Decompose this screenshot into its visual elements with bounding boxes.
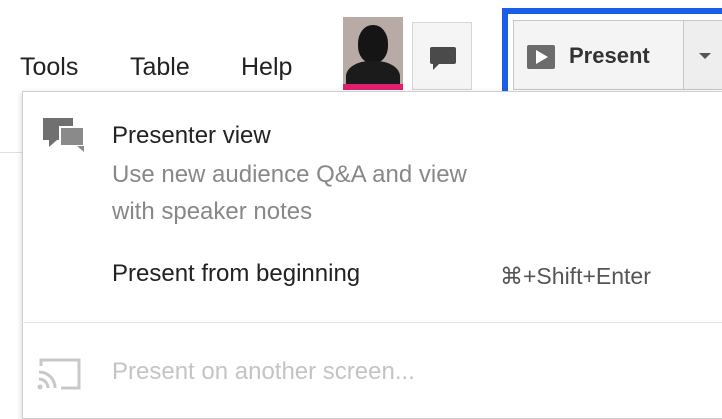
present-button-label: Present <box>569 43 650 68</box>
avatar-accent-strip <box>343 84 403 90</box>
menu-item-present-from-beginning[interactable]: Present from beginning <box>112 259 360 289</box>
presenter-view-description: Use new audience Q&A and view <box>112 161 467 188</box>
avatar[interactable] <box>343 17 403 90</box>
menu-item-tools[interactable]: Tools <box>20 52 78 82</box>
menu-item-help[interactable]: Help <box>241 52 292 82</box>
shortcut-present-from-beginning: ⌘+Shift+Enter <box>500 263 651 289</box>
comments-button[interactable] <box>412 22 472 90</box>
avatar-head <box>358 25 388 63</box>
play-icon <box>527 45 555 69</box>
toolbar-divider <box>0 152 22 153</box>
present-button[interactable]: Present <box>513 20 683 90</box>
menu-separator <box>22 322 722 323</box>
presenter-view-description-line2: with speaker notes <box>112 198 313 225</box>
presenter-view-icon <box>43 118 85 152</box>
menu-item-presenter-view[interactable]: Presenter view <box>112 121 271 151</box>
present-dropdown-button[interactable] <box>683 20 722 90</box>
cast-icon <box>37 358 81 390</box>
menu-item-present-on-another-screen[interactable]: Present on another screen... <box>112 357 415 387</box>
comment-icon <box>430 47 456 70</box>
chevron-down-icon <box>699 53 711 59</box>
menu-item-table[interactable]: Table <box>130 52 190 82</box>
